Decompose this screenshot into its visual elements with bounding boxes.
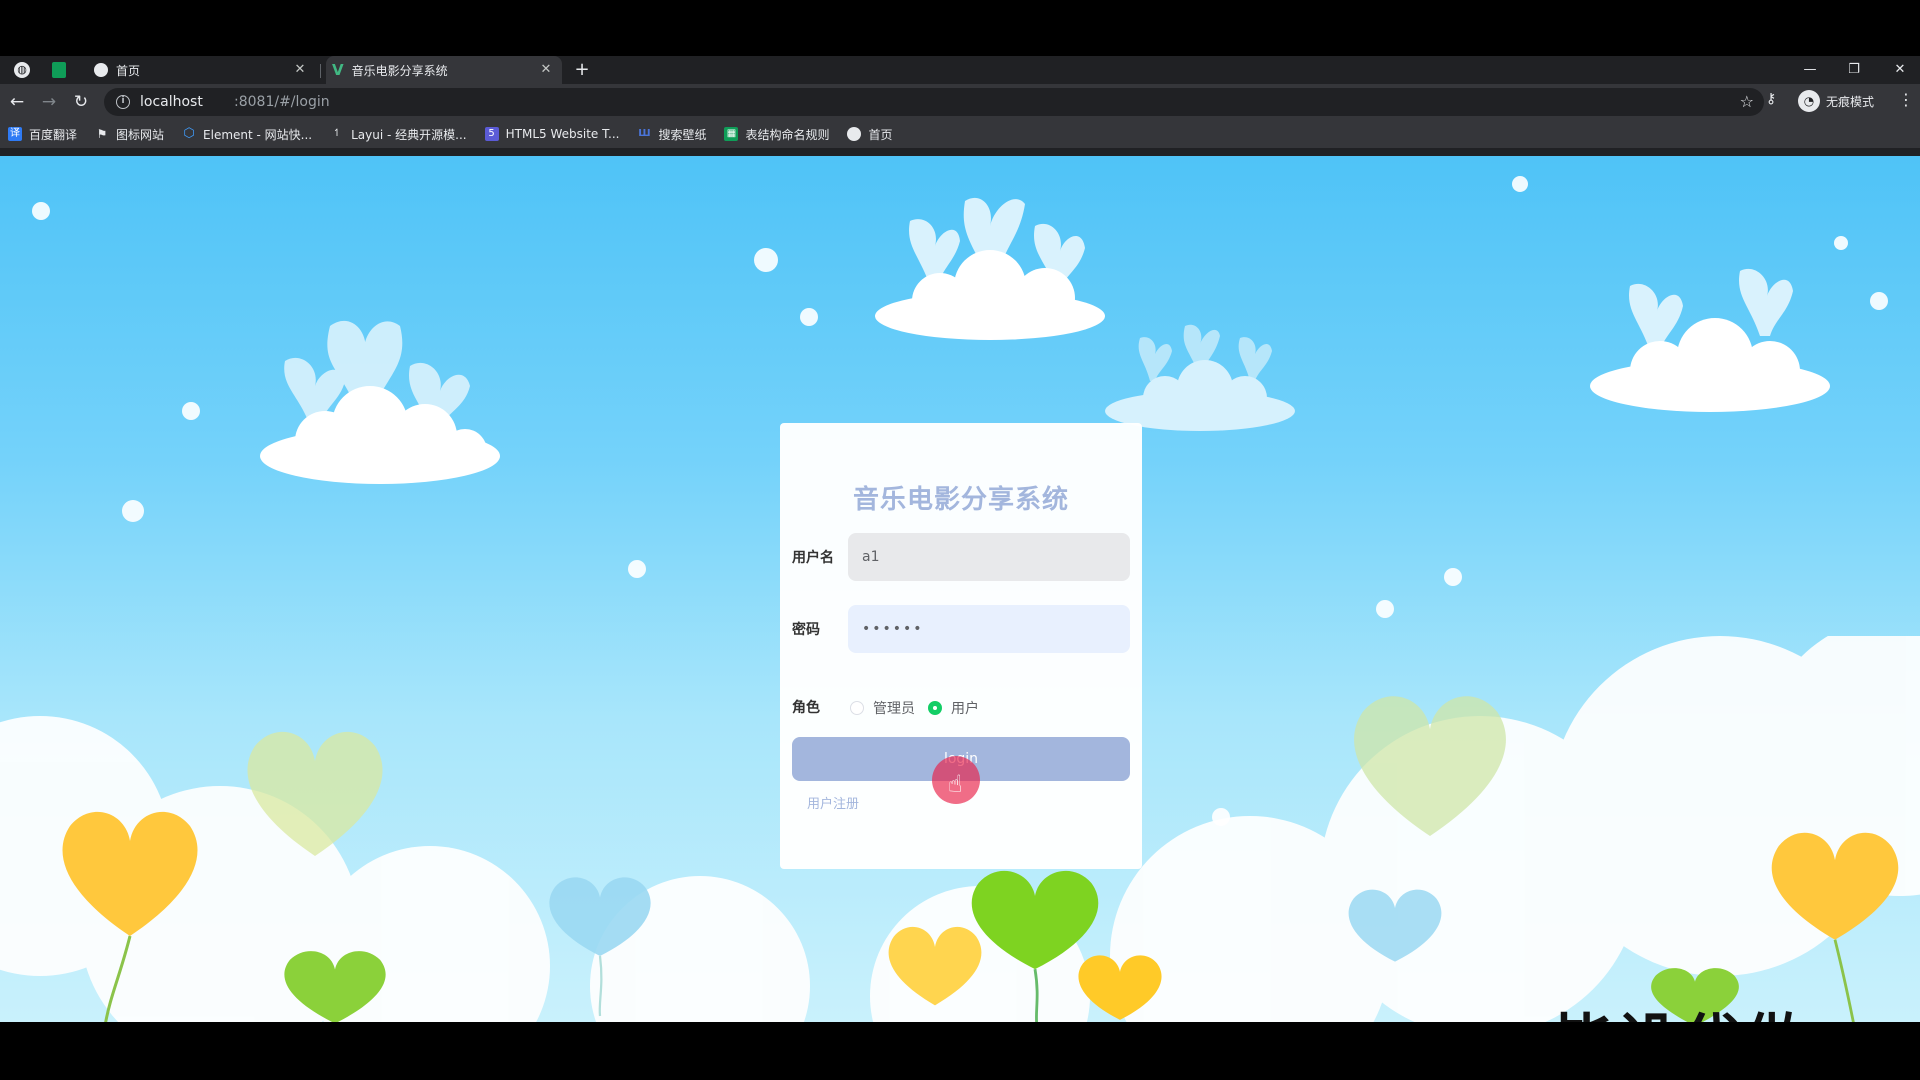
password-input[interactable] [848, 605, 1130, 653]
bookmark-item[interactable]: ↿ Layui - 经典开源模... [330, 126, 467, 143]
sprout-cloud-decoration [1105, 324, 1295, 431]
sparkle-decoration [628, 560, 646, 578]
bookmark-star-icon[interactable]: ☆ [1740, 92, 1754, 111]
close-icon[interactable]: ✕ [538, 62, 554, 78]
tab-title: 音乐电影分享系统 [351, 63, 448, 78]
heart-balloon-decoration [247, 731, 383, 856]
watermark-text: 毕设代做 [1553, 994, 1809, 1022]
role-radio-admin[interactable]: 管理员 [850, 698, 915, 718]
address-bar[interactable]: i localhost :8081/#/login ☆ [104, 88, 1764, 116]
forward-icon[interactable]: → [38, 91, 60, 113]
heart-balloon-decoration [1354, 696, 1506, 836]
element-icon: ⬡ [183, 126, 195, 141]
flag-icon: ⚑ [96, 127, 108, 141]
url-host: localhost [140, 94, 203, 110]
heart-balloon-decoration [1771, 832, 1899, 1022]
more-menu-icon[interactable]: ⋮ [1898, 90, 1914, 109]
bookmark-label: Layui - 经典开源模... [351, 127, 467, 142]
incognito-icon: ◔ [1798, 90, 1820, 112]
screen: ◍ 首页 ✕ V 音乐电影分享系统 ✕ + — ❐ ✕ ← → ↻ i loca… [0, 0, 1920, 1080]
register-link[interactable]: 用户注册 [807, 793, 859, 812]
tab-search-icon[interactable]: ◍ [14, 62, 30, 78]
bookmark-label: 百度翻译 [29, 127, 78, 142]
heart-balloon-decoration [284, 951, 386, 1022]
sparkle-decoration [1444, 568, 1462, 586]
bookmark-item[interactable]: 5 HTML5 Website T... [484, 127, 620, 141]
tab-music-movie[interactable]: V 音乐电影分享系统 ✕ [326, 56, 562, 84]
heart-balloon-decoration [1078, 955, 1162, 1020]
sparkle-decoration [32, 202, 50, 220]
bookmark-item[interactable]: ⚑ 图标网站 [95, 126, 164, 143]
reload-icon[interactable]: ↻ [70, 91, 92, 113]
username-input[interactable] [848, 533, 1130, 581]
role-label: 角色 [792, 700, 820, 716]
bookmarks-bar: 译 百度翻译 ⚑ 图标网站 ⬡ Element - 网站快... ↿ Layui… [0, 120, 1920, 148]
incognito-badge[interactable]: ◔ 无痕模式 [1798, 89, 1874, 113]
radio-label: 用户 [951, 701, 979, 717]
incognito-label: 无痕模式 [1826, 94, 1875, 109]
heart-balloon-decoration [549, 877, 651, 1017]
radio-label: 管理员 [873, 701, 915, 717]
sparkle-decoration [1512, 176, 1528, 192]
url-path: :8081/#/login [234, 94, 330, 110]
info-icon[interactable]: i [116, 95, 130, 109]
browser-toolbar: ← → ↻ i localhost :8081/#/login ☆ ⚷ ◔ 无痕… [0, 84, 1920, 120]
bookmark-label: 图标网站 [116, 127, 165, 142]
html5-icon: 5 [484, 127, 499, 141]
minimize-icon[interactable]: — [1798, 58, 1822, 82]
sparkle-decoration [800, 308, 818, 326]
sparkle-decoration [1212, 808, 1230, 826]
layui-icon: ↿ [332, 128, 342, 139]
login-title: 音乐电影分享系统 [852, 485, 1069, 515]
globe-icon [847, 127, 862, 141]
globe-icon [94, 63, 108, 77]
hand-cursor-icon: ☝ [948, 770, 963, 798]
sparkle-decoration [754, 248, 778, 272]
sparkle-decoration [182, 402, 200, 420]
radio-circle-checked [928, 701, 942, 715]
sparkle-decoration [122, 500, 144, 522]
bookmark-label: 表结构命名规则 [745, 127, 830, 142]
tab-strip: ◍ 首页 ✕ V 音乐电影分享系统 ✕ + — ❐ ✕ [0, 56, 1920, 84]
close-icon[interactable]: ✕ [292, 62, 308, 78]
sprout-cloud-decoration [1590, 268, 1830, 412]
bookmark-label: 首页 [868, 127, 893, 142]
heart-balloon-decoration [62, 811, 198, 1022]
login-page: 音乐电影分享系统 用户名 密码 角色 管理员 用户 login 用户注册 毕设代… [0, 156, 1920, 1022]
tab-divider [320, 64, 321, 78]
bookmark-label: 搜索壁纸 [658, 127, 707, 142]
heart-balloon-decoration [1348, 889, 1442, 962]
pinned-sheet-tab-icon[interactable] [52, 62, 66, 78]
password-label: 密码 [792, 622, 820, 638]
key-icon[interactable]: ⚷ [1766, 91, 1776, 107]
username-label: 用户名 [792, 550, 834, 566]
bookmark-item[interactable]: 译 百度翻译 [8, 126, 77, 143]
wallpaper-icon: Ш [638, 128, 651, 139]
vue-icon: V [332, 61, 344, 79]
bookmark-item[interactable]: Ш 搜索壁纸 [637, 126, 706, 143]
bookmark-label: Element - 网站快... [203, 127, 313, 142]
sparkle-decoration [1834, 236, 1848, 250]
bookmark-item[interactable]: 首页 [847, 126, 893, 143]
sparkle-decoration [1376, 600, 1394, 618]
sheet-icon: ▦ [724, 127, 739, 141]
translate-icon: 译 [8, 127, 22, 141]
sprout-cloud-decoration [875, 197, 1105, 340]
tab-title: 首页 [116, 63, 141, 78]
window-close-icon[interactable]: ✕ [1888, 58, 1912, 82]
bookmark-item[interactable]: ⬡ Element - 网站快... [182, 126, 312, 143]
back-icon[interactable]: ← [6, 91, 28, 113]
restore-icon[interactable]: ❐ [1842, 58, 1866, 82]
bookmark-item[interactable]: ▦ 表结构命名规则 [724, 126, 829, 143]
sprout-cloud-decoration [260, 320, 500, 484]
browser-chrome: ◍ 首页 ✕ V 音乐电影分享系统 ✕ + — ❐ ✕ ← → ↻ i loca… [0, 56, 1920, 156]
new-tab-button[interactable]: + [572, 60, 592, 80]
sparkle-decoration [1870, 292, 1888, 310]
tab-home[interactable]: 首页 ✕ [88, 56, 316, 84]
bookmark-label: HTML5 Website T... [505, 127, 620, 141]
radio-circle [850, 701, 864, 715]
role-radio-user[interactable]: 用户 [928, 698, 979, 718]
